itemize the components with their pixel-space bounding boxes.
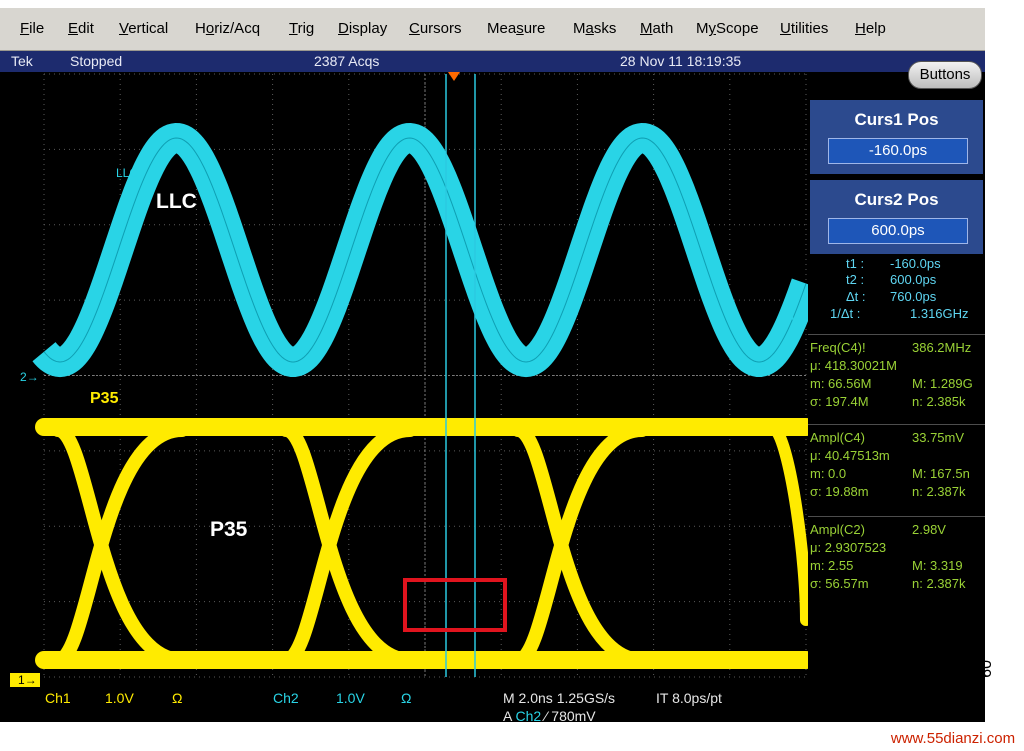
measurement-stddev: σ: 19.88m (810, 484, 869, 499)
measurement-max: M: 1.289G (912, 376, 973, 391)
ch1-ground-marker[interactable]: 1→ (10, 673, 40, 687)
arrow-right-icon: → (26, 370, 39, 384)
measurement-count: n: 2.387k (912, 484, 966, 499)
t2-value: 600.0ps (890, 272, 937, 287)
measurement-mean: μ: 418.30021M (810, 358, 897, 373)
ch1-scale[interactable]: 1.0V (105, 690, 134, 706)
ch2-scale[interactable]: 1.0V (336, 690, 365, 706)
measurement-mean: μ: 40.47513m (810, 448, 890, 463)
ch1-label[interactable]: Ch1 (45, 690, 71, 706)
trigger-position-icon[interactable] (448, 72, 460, 81)
interpolation-readout: IT 8.0ps/pt (656, 690, 722, 706)
measurement-divider (808, 424, 985, 425)
ch2-label[interactable]: Ch2 (273, 690, 299, 706)
llc-label: LLC (156, 190, 197, 213)
measurement-divider (808, 334, 985, 335)
measurement-value: 386.2MHz (912, 340, 972, 355)
oscilloscope-window: File Edit Vertical Horiz/Acq Trig Display Curs… (0, 0, 1024, 751)
measurement-divider (808, 516, 985, 517)
measurement-name[interactable]: Freq(C4)! (810, 340, 866, 355)
measurement-min: m: 66.56M (810, 376, 872, 391)
inverse-delta-t-value: 1.316GHz (910, 306, 969, 321)
trigger-slope-icon: ⁄ (545, 708, 548, 724)
measurement-min: m: 2.55 (810, 558, 854, 573)
measurement-name[interactable]: Ampl(C2) (810, 522, 865, 537)
figure-id: 09-009 (958, 660, 993, 687)
trigger-level-icon[interactable]: ← (788, 308, 803, 325)
measurement-value: 2.98V (912, 522, 946, 537)
trigger-source: Ch2 (515, 708, 542, 724)
measurement-max: M: 167.5n (912, 466, 970, 481)
measurement-mean: μ: 2.9307523 (810, 540, 887, 555)
p35-label: P35 (210, 518, 248, 541)
ch1-eye-partial-edge (770, 424, 812, 626)
measurement-max: M: 3.319 (912, 558, 963, 573)
measurement-value: 33.75mV (912, 430, 965, 445)
arrow-right-icon: → (24, 673, 37, 687)
ch2-marker-label: 2 (20, 370, 27, 384)
curs2-title: Curs2 Pos (854, 190, 939, 209)
trigger-readout[interactable]: A Ch2 ⁄ 780mV (503, 708, 596, 724)
timebase-readout[interactable]: M 2.0ns 1.25GS/s (503, 690, 615, 706)
measurement-name[interactable]: Ampl(C4) (810, 430, 865, 445)
curs2-value-field[interactable]: 600.0ps (828, 218, 968, 244)
measurement-min: m: 0.0 (810, 466, 847, 481)
delta-t-value: 760.0ps (890, 289, 937, 304)
measurement-count: n: 2.385k (912, 394, 966, 409)
measurement-stddev: σ: 56.57m (810, 576, 869, 591)
p35-trace-tag: P35 (90, 390, 119, 407)
t1-value: -160.0ps (890, 256, 941, 271)
ch1-marker-label: 1 (18, 673, 25, 687)
curs2-pos-control[interactable]: Curs2 Pos 600.0ps (810, 180, 983, 254)
highlight-box (403, 578, 507, 632)
trigger-prefix: A (503, 708, 512, 724)
llc-trace-tag: LLC (116, 166, 139, 180)
t2-label: t2 : (846, 272, 865, 287)
buttons-button[interactable]: Buttons (908, 61, 982, 89)
ch2-impedance: Ω (401, 690, 412, 706)
curs1-value-field[interactable]: -160.0ps (828, 138, 968, 164)
measurement-stddev: σ: 197.4M (810, 394, 869, 409)
curs1-title: Curs1 Pos (854, 110, 939, 129)
ch1-impedance: Ω (172, 690, 183, 706)
inverse-delta-t-label: 1/Δt : (830, 306, 861, 321)
curs1-pos-control[interactable]: Curs1 Pos -160.0ps (810, 100, 983, 174)
measurement-count: n: 2.387k (912, 576, 966, 591)
delta-t-label: Δt : (846, 289, 866, 304)
watermark: www.55dianzi.com (882, 728, 1024, 750)
ch2-ground-marker[interactable]: 2→ (20, 370, 39, 384)
t1-label: t1 : (846, 256, 865, 271)
trigger-level: 780mV (551, 708, 596, 724)
